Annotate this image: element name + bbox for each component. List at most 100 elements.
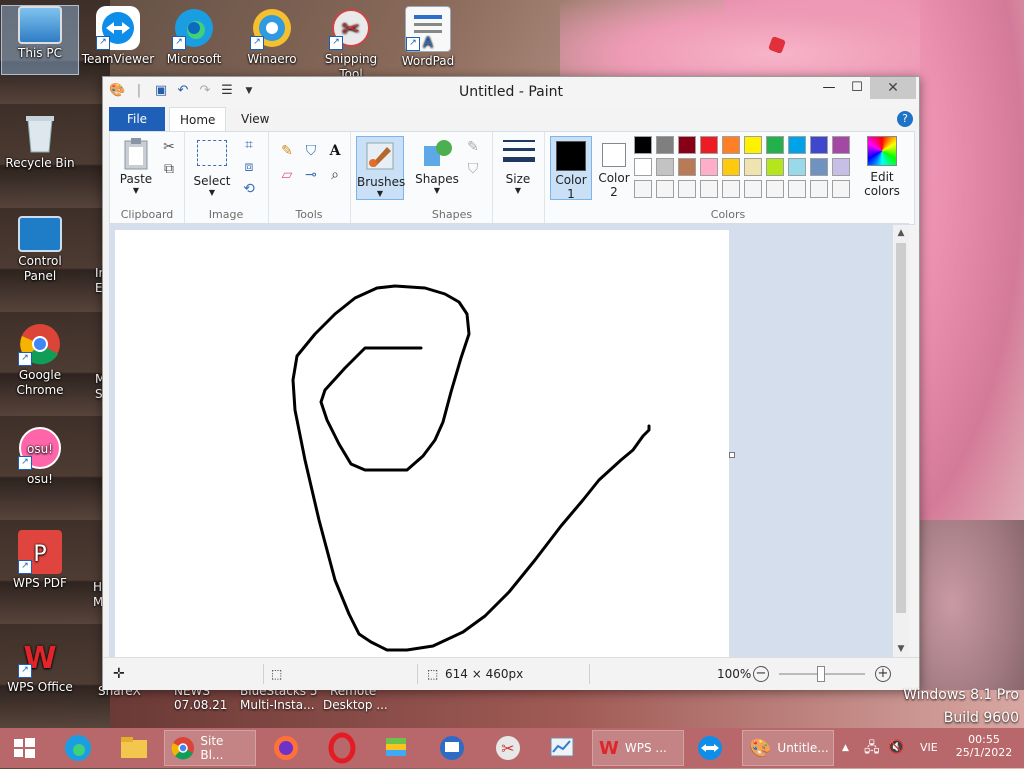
color-picker-icon[interactable]: ⊸ (302, 166, 320, 184)
eraser-icon[interactable]: ▱ (278, 166, 296, 184)
palette-swatch[interactable] (656, 158, 674, 176)
maximize-button[interactable]: ☐ (842, 77, 872, 99)
edit-colors-button[interactable]: Edit colors (860, 136, 904, 198)
palette-swatch[interactable] (722, 136, 740, 154)
desktop-icon-recycle-bin[interactable]: Recycle Bin (2, 110, 78, 171)
palette-swatch[interactable] (722, 158, 740, 176)
size-button[interactable]: Size ▼ (498, 138, 538, 195)
taskbar-firefox[interactable] (268, 730, 304, 766)
brushes-button[interactable]: Brushes ▼ (356, 136, 405, 200)
desktop-icon-wps-pdf[interactable]: P ↗ WPS PDF (2, 530, 78, 591)
shapes-button[interactable]: Shapes ▼ (414, 138, 460, 195)
scroll-thumb[interactable] (896, 243, 906, 613)
taskbar-chrome[interactable]: Site Bl... (164, 730, 256, 766)
taskbar-snipping-tool[interactable]: ✂ (490, 730, 526, 766)
cut-icon[interactable]: ✂ (160, 138, 178, 156)
palette-swatch[interactable] (656, 136, 674, 154)
help-icon[interactable]: ? (897, 111, 913, 127)
resize-icon[interactable]: ⧈ (240, 158, 258, 176)
vertical-scrollbar[interactable]: ▲ ▼ (893, 225, 909, 657)
desktop-icon-control-panel[interactable]: Control Panel (2, 216, 78, 284)
desktop-icon-google-chrome[interactable]: ↗ Google Chrome (2, 322, 78, 398)
desktop-icon-microsoft-edge[interactable]: ↗ Microsoft (156, 6, 232, 67)
taskbar-edge[interactable] (60, 730, 96, 766)
text-icon[interactable]: A (326, 142, 344, 160)
input-language[interactable]: VIE (920, 728, 938, 768)
palette-swatch[interactable] (634, 136, 652, 154)
desktop-icon-wps-office[interactable]: W ↗ WPS Office (2, 634, 78, 695)
taskbar-teamviewer[interactable] (692, 730, 728, 766)
desktop-icon-winaero[interactable]: ↗ Winaero (234, 6, 310, 67)
palette-swatch[interactable] (744, 136, 762, 154)
palette-swatch[interactable] (722, 180, 740, 198)
palette-swatch[interactable] (700, 180, 718, 198)
palette-swatch[interactable] (678, 180, 696, 198)
palette-swatch[interactable] (678, 158, 696, 176)
palette-swatch[interactable] (788, 136, 806, 154)
network-icon[interactable]: 🖧 (864, 728, 880, 768)
rotate-icon[interactable]: ⟲ (240, 180, 258, 198)
show-hidden-icons[interactable]: ▲ (842, 728, 849, 768)
desktop-icon-teamviewer[interactable]: ↗ TeamViewer (80, 6, 156, 67)
palette-swatch[interactable] (700, 158, 718, 176)
palette-swatch[interactable] (832, 136, 850, 154)
copy-icon[interactable]: ⧉ (160, 160, 178, 178)
tab-home[interactable]: Home (169, 107, 227, 132)
palette-swatch[interactable] (656, 180, 674, 198)
palette-swatch[interactable] (810, 136, 828, 154)
taskbar-resource-monitor[interactable] (544, 730, 580, 766)
palette-swatch[interactable] (832, 180, 850, 198)
volume-muted-icon[interactable]: 🔇 (888, 728, 904, 768)
taskbar-file-explorer[interactable] (116, 730, 152, 766)
taskbar-opera[interactable] (324, 730, 360, 766)
paste-button[interactable]: Paste ▼ (116, 138, 156, 195)
drawing-canvas[interactable] (115, 230, 729, 658)
select-button[interactable]: Select ▼ (190, 140, 234, 197)
start-button[interactable] (6, 730, 42, 766)
title-bar[interactable]: 🎨 | ▣ ↶ ↷ ☰ ▼ Untitled - Paint — ☐ ✕ (103, 77, 919, 107)
taskbar-wps[interactable]: W WPS ... (592, 730, 684, 766)
zoom-in-button[interactable]: + (875, 666, 891, 682)
tab-view[interactable]: View (231, 107, 279, 131)
color1-button[interactable]: Color 1 (550, 136, 592, 201)
fill-icon[interactable]: ⛉ (302, 142, 320, 160)
canvas-resize-handle[interactable] (729, 452, 735, 458)
clock[interactable]: 00:55 25/1/2022 (948, 728, 1020, 768)
pencil-icon[interactable]: ✎ (278, 142, 296, 160)
palette-swatch[interactable] (788, 180, 806, 198)
color2-button[interactable]: Color 2 (594, 136, 634, 199)
palette-swatch[interactable] (810, 158, 828, 176)
palette-swatch[interactable] (744, 158, 762, 176)
scroll-down-icon[interactable]: ▼ (893, 641, 909, 657)
palette-swatch[interactable] (766, 180, 784, 198)
tab-file[interactable]: File (109, 107, 165, 131)
magnifier-icon[interactable]: ⌕ (326, 166, 344, 184)
palette-swatch[interactable] (832, 158, 850, 176)
taskbar-app[interactable] (434, 730, 470, 766)
palette-swatch[interactable] (634, 180, 652, 198)
palette-swatch[interactable] (810, 180, 828, 198)
palette-swatch[interactable] (678, 136, 696, 154)
outline-icon[interactable]: ✎ (464, 138, 482, 156)
taskbar-paint[interactable]: 🎨 Untitle... (742, 730, 834, 766)
palette-swatch[interactable] (788, 158, 806, 176)
palette-swatch[interactable] (700, 136, 718, 154)
desktop-icon-osu[interactable]: osu! ↗ osu! (2, 426, 78, 487)
zoom-slider-thumb[interactable] (817, 666, 825, 682)
desktop-icon-snipping-tool[interactable]: ✂ ↗ Snipping Tool (313, 6, 389, 82)
palette-swatch[interactable] (634, 158, 652, 176)
zoom-out-button[interactable]: − (753, 666, 769, 682)
palette-swatch[interactable] (766, 136, 784, 154)
osu-badge-text: osu! (27, 442, 53, 456)
fill-shape-icon[interactable]: ⛉ (464, 160, 482, 178)
minimize-button[interactable]: — (814, 77, 844, 99)
desktop-icon-this-pc[interactable]: This PC (1, 5, 79, 75)
scroll-up-icon[interactable]: ▲ (893, 225, 909, 241)
palette-swatch[interactable] (744, 180, 762, 198)
crop-icon[interactable]: ⌗ (240, 136, 258, 154)
edge-icon (65, 735, 91, 761)
close-button[interactable]: ✕ (870, 77, 916, 99)
taskbar-bluestacks[interactable] (378, 730, 414, 766)
desktop-icon-wordpad[interactable]: A ↗ WordPad (390, 6, 466, 69)
palette-swatch[interactable] (766, 158, 784, 176)
